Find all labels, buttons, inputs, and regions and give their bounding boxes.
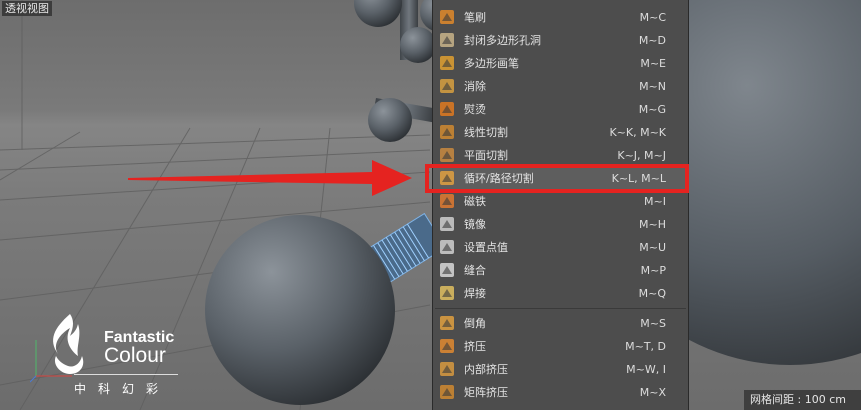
weld-icon <box>439 285 455 301</box>
menu-item-shortcut: M~T, D <box>625 340 666 353</box>
dissolve-icon <box>439 78 455 94</box>
plane-cut-icon <box>439 147 455 163</box>
menu-item-shortcut: M~C <box>639 11 666 24</box>
menu-item-shortcut: M~P <box>640 264 666 277</box>
menu-item-shortcut: M~U <box>639 241 666 254</box>
menu-item-mirror[interactable]: 镜像 M~H <box>433 213 688 236</box>
perspective-viewport[interactable]: 透视视图 Fantastic Colour 中科幻彩 网格间距 : 100 cm <box>0 0 861 410</box>
menu-item-shortcut: M~I <box>644 195 666 208</box>
menu-item-shortcut: M~H <box>639 218 666 231</box>
logo-line2: Colour <box>104 344 166 367</box>
menu-item-label: 内部挤压 <box>464 363 508 376</box>
mirror-icon <box>439 216 455 232</box>
set-point-value-icon <box>439 239 455 255</box>
menu-item-bevel[interactable]: 倒角 M~S <box>433 312 688 335</box>
brush-icon <box>439 9 455 25</box>
menu-item-label: 消除 <box>464 80 486 93</box>
menu-item-label: 缝合 <box>464 264 486 277</box>
menu-item-label: 设置点值 <box>464 241 508 254</box>
bevel-icon <box>439 315 455 331</box>
viewport-title: 透视视图 <box>2 1 52 16</box>
menu-item-brush[interactable]: 笔刷 M~C <box>433 6 688 29</box>
menu-item-shortcut: M~D <box>638 34 666 47</box>
menu-item-label: 笔刷 <box>464 11 486 24</box>
red-arrow <box>128 160 412 196</box>
extrude-icon <box>439 338 455 354</box>
menu-item-shortcut: K~K, M~K <box>609 126 666 139</box>
magnet-icon <box>439 193 455 209</box>
menu-item-weld[interactable]: 焊接 M~Q <box>433 282 688 305</box>
menu-item-label: 封闭多边形孔洞 <box>464 34 541 47</box>
line-cut-icon <box>439 124 455 140</box>
menu-item-close-polygon-hole[interactable]: 封闭多边形孔洞 M~D <box>433 29 688 52</box>
menu-item-shortcut: M~X <box>639 386 666 399</box>
menu-item-label: 倒角 <box>464 317 486 330</box>
extrude-inner-icon <box>439 361 455 377</box>
menu-item-extrude[interactable]: 挤压 M~T, D <box>433 335 688 358</box>
logo-divider <box>74 374 178 375</box>
menu-item-set-point-value[interactable]: 设置点值 M~U <box>433 236 688 259</box>
large-sphere <box>205 215 395 405</box>
grid-spacing-readout: 网格间距 : 100 cm <box>744 390 861 410</box>
polygon-pen-icon <box>439 55 455 71</box>
menu-item-polygon-pen[interactable]: 多边形画笔 M~E <box>433 52 688 75</box>
menu-item-label: 磁铁 <box>464 195 486 208</box>
mesh-tools-menu: 笔刷 M~C 封闭多边形孔洞 M~D 多边形画笔 M~E 消除 M~N 熨烫 M~G 线性切割 K~K… <box>432 0 689 410</box>
watermark-logo: Fantastic Colour 中科幻彩 <box>30 310 180 400</box>
menu-item-line-cut[interactable]: 线性切割 K~K, M~K <box>433 121 688 144</box>
menu-item-shortcut: M~E <box>640 57 666 70</box>
menu-item-iron[interactable]: 熨烫 M~G <box>433 98 688 121</box>
highlight-box <box>425 164 689 193</box>
menu-item-shortcut: M~W, I <box>626 363 666 376</box>
small-sphere <box>368 98 412 142</box>
menu-item-label: 镜像 <box>464 218 486 231</box>
matrix-extrude-icon <box>439 384 455 400</box>
menu-item-extrude-inner[interactable]: 内部挤压 M~W, I <box>433 358 688 381</box>
menu-item-shortcut: M~Q <box>638 287 666 300</box>
menu-item-label: 线性切割 <box>464 126 508 139</box>
iron-icon <box>439 101 455 117</box>
menu-item-label: 熨烫 <box>464 103 486 116</box>
menu-separator <box>435 308 686 309</box>
menu-item-magnet[interactable]: 磁铁 M~I <box>433 190 688 213</box>
menu-item-label: 多边形画笔 <box>464 57 519 70</box>
menu-item-shortcut: M~S <box>640 317 666 330</box>
logo-chinese: 中科幻彩 <box>74 382 171 396</box>
menu-item-shortcut: M~G <box>638 103 666 116</box>
stitch-icon <box>439 262 455 278</box>
menu-item-stitch[interactable]: 缝合 M~P <box>433 259 688 282</box>
menu-item-matrix-extrude[interactable]: 矩阵挤压 M~X <box>433 381 688 404</box>
menu-item-label: 挤压 <box>464 340 486 353</box>
menu-item-label: 矩阵挤压 <box>464 386 508 399</box>
menu-item-dissolve[interactable]: 消除 M~N <box>433 75 688 98</box>
menu-item-shortcut: M~N <box>639 80 666 93</box>
menu-item-label: 焊接 <box>464 287 486 300</box>
close-polygon-hole-icon <box>439 32 455 48</box>
